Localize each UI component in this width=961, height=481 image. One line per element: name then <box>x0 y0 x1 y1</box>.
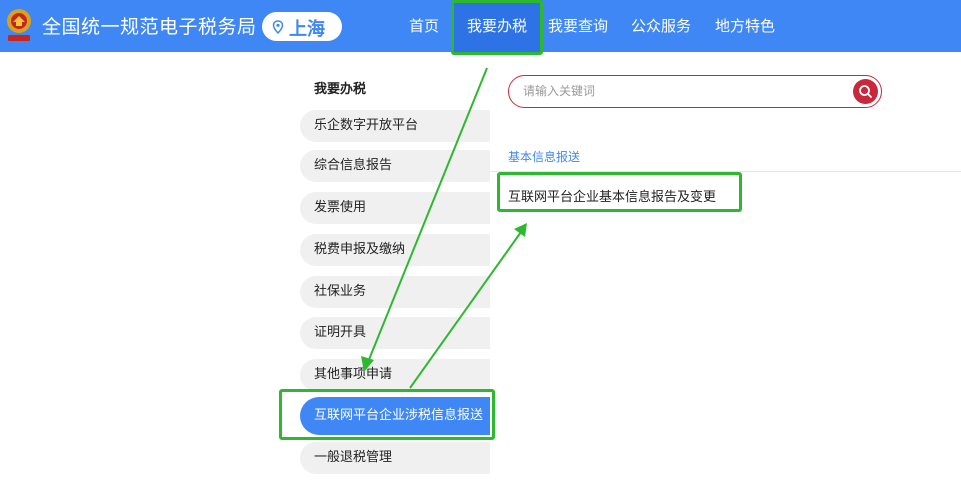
search-box <box>508 75 882 108</box>
highlight-box-sidebar <box>279 389 495 440</box>
sidebar-item-info-report[interactable]: 综合信息报告 <box>300 150 490 182</box>
highlight-box-result <box>497 172 742 212</box>
sidebar-heading: 我要办税 <box>314 82 367 97</box>
nav-query[interactable]: 我要查询 <box>548 0 608 52</box>
nav-local-features[interactable]: 地方特色 <box>715 0 775 52</box>
site-title[interactable]: 全国统一规范电子税务局 <box>42 12 257 39</box>
search-input[interactable] <box>521 83 845 99</box>
sidebar-item-social-insurance[interactable]: 社保业务 <box>300 276 490 308</box>
nav-public-services[interactable]: 公众服务 <box>631 0 691 52</box>
sidebar-item-invoice[interactable]: 发票使用 <box>300 192 490 224</box>
sidebar-item-refund[interactable]: 一般退税管理 <box>300 442 490 474</box>
region-selector[interactable]: 上海 <box>262 12 342 41</box>
tax-emblem-icon <box>7 9 31 41</box>
nav-home[interactable]: 首页 <box>409 0 439 52</box>
highlight-box-nav <box>451 0 543 55</box>
search-icon <box>859 85 872 98</box>
arrow-head-up-icon <box>514 223 527 237</box>
location-pin-icon <box>272 20 284 34</box>
sidebar-item-tax-filing[interactable]: 税费申报及缴纳 <box>300 234 490 266</box>
sidebar-item-leqi-platform[interactable]: 乐企数字开放平台 <box>300 110 490 142</box>
search-button[interactable] <box>853 79 878 104</box>
sidebar-item-other-applications[interactable]: 其他事项申请 <box>300 359 490 391</box>
section-title: 基本信息报送 <box>508 150 581 164</box>
region-label: 上海 <box>289 19 325 40</box>
sidebar-item-certificate[interactable]: 证明开具 <box>300 317 490 349</box>
